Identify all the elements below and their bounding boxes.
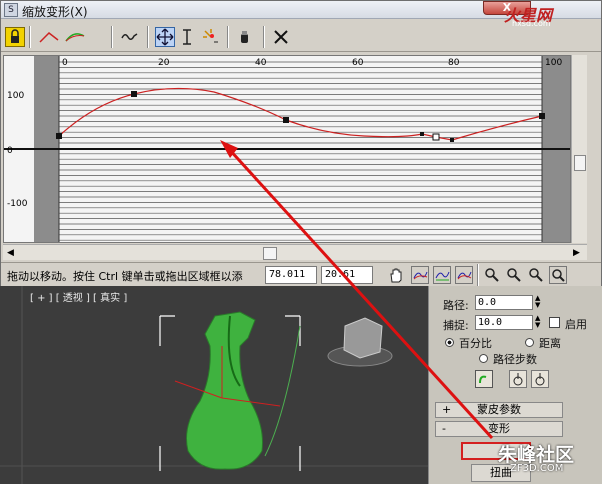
window-title: 缩放变形(X) [22,5,88,19]
insert-corner-icon[interactable] [37,27,61,47]
horizontal-scrollbar[interactable]: ◀ ▶ [3,244,587,260]
reset-shape-icon[interactable] [509,370,527,388]
curve-point[interactable] [450,138,454,142]
deform-rollout[interactable]: - 变形 [435,421,563,437]
perspective-viewport[interactable]: [ + ] [ 透视 ] [ 真实 ] [0,286,428,484]
x-tick-label: 40 [255,58,267,68]
curve-point[interactable] [420,132,424,136]
horizontal-scroll-thumb[interactable] [263,247,277,260]
viewcube-icon [343,317,383,359]
scroll-right-icon[interactable]: ▶ [573,248,580,258]
insert-point-icon[interactable] [201,27,221,47]
enable-label: 启用 [565,318,587,331]
path-label: 路径: [443,299,469,312]
delete-icon[interactable] [271,27,291,47]
x-tick-label: 20 [158,58,170,68]
status-bar: 拖动以移动。按住 Ctrl 键单击或拖出区域框以添 78.011 20.61 [1,262,601,286]
y-tick-label: 100 [7,91,24,101]
x-tick-label: 100 [545,58,562,68]
zoom-vertical-icon[interactable] [505,266,523,284]
zoom-region-icon[interactable] [549,266,567,284]
zoom-icon[interactable] [527,266,545,284]
snap-spinner-icon[interactable]: ▲ ▼ [535,315,540,329]
skin-params-label: 蒙皮参数 [477,403,521,416]
deform-label: 变形 [488,422,510,435]
insert-bezier-icon[interactable] [63,27,87,47]
path-spinner-icon[interactable]: ▲ ▼ [535,295,540,309]
status-message: 拖动以移动。按住 Ctrl 键单击或拖出区域框以添 [7,270,243,283]
zoom-extents-icon[interactable] [411,266,429,284]
curve-point[interactable] [131,91,137,97]
x-tick-label: 80 [448,58,460,68]
y-tick-label: 0 [7,146,13,156]
snap-input[interactable]: 10.0 [475,315,533,330]
y-value-field[interactable]: 20.61 [321,266,373,284]
distance-radio[interactable] [525,338,534,347]
move-icon[interactable] [155,27,175,47]
watermark-hxsd-url: hxsd.com [512,19,551,28]
lock-icon[interactable] [5,27,25,47]
curve-point[interactable] [539,113,545,119]
percent-radio[interactable] [445,338,454,347]
vertical-scrollbar[interactable] [571,55,587,243]
path-steps-radio[interactable] [479,354,488,363]
y-tick-label: -100 [7,199,28,209]
curve-point[interactable] [56,133,62,139]
path-input[interactable]: 0.0 [475,295,533,310]
rollout-minus: - [442,422,446,435]
curve-point[interactable] [283,117,289,123]
scroll-left-icon[interactable]: ◀ [7,248,14,258]
x-value-field[interactable]: 78.011 [265,266,317,284]
scale-deformation-dialog: S 缩放变形(X) X 0 20 40 60 80 100 100 0 -100… [0,0,602,286]
delete-shape-icon[interactable] [531,370,549,388]
x-tick-label: 0 [62,58,68,68]
distance-label: 距离 [539,337,561,350]
percent-label: 百分比 [459,337,492,350]
zoom-vertical-extents-icon[interactable] [455,266,473,284]
app-icon: S [4,3,18,17]
skin-params-rollout[interactable]: + 蒙皮参数 [435,402,563,418]
vertical-scroll-thumb[interactable] [574,155,586,171]
selected-curve-point[interactable] [432,133,440,141]
path-steps-label: 路径步数 [493,353,537,366]
zoom-horizontal-extents-icon[interactable] [433,266,451,284]
wave-icon[interactable] [119,27,139,47]
curve-graph[interactable]: 0 20 40 60 80 100 100 0 -100 [3,55,571,243]
pick-shape-icon[interactable] [475,370,493,388]
zoom-horizontal-icon[interactable] [483,266,501,284]
enable-checkbox[interactable] [549,317,560,328]
watermark-zf3d-url: ZF3D.COM [510,463,564,474]
pan-hand-icon[interactable] [387,266,405,284]
x-tick-label: 60 [352,58,364,68]
scale-point-icon[interactable] [177,27,197,47]
vase-model [186,311,263,470]
snap-label: 捕捉: [443,319,469,332]
rollout-plus: + [442,403,452,416]
viewport-label[interactable]: [ + ] [ 透视 ] [ 真实 ] [30,289,127,304]
eraser-icon[interactable] [235,27,255,47]
